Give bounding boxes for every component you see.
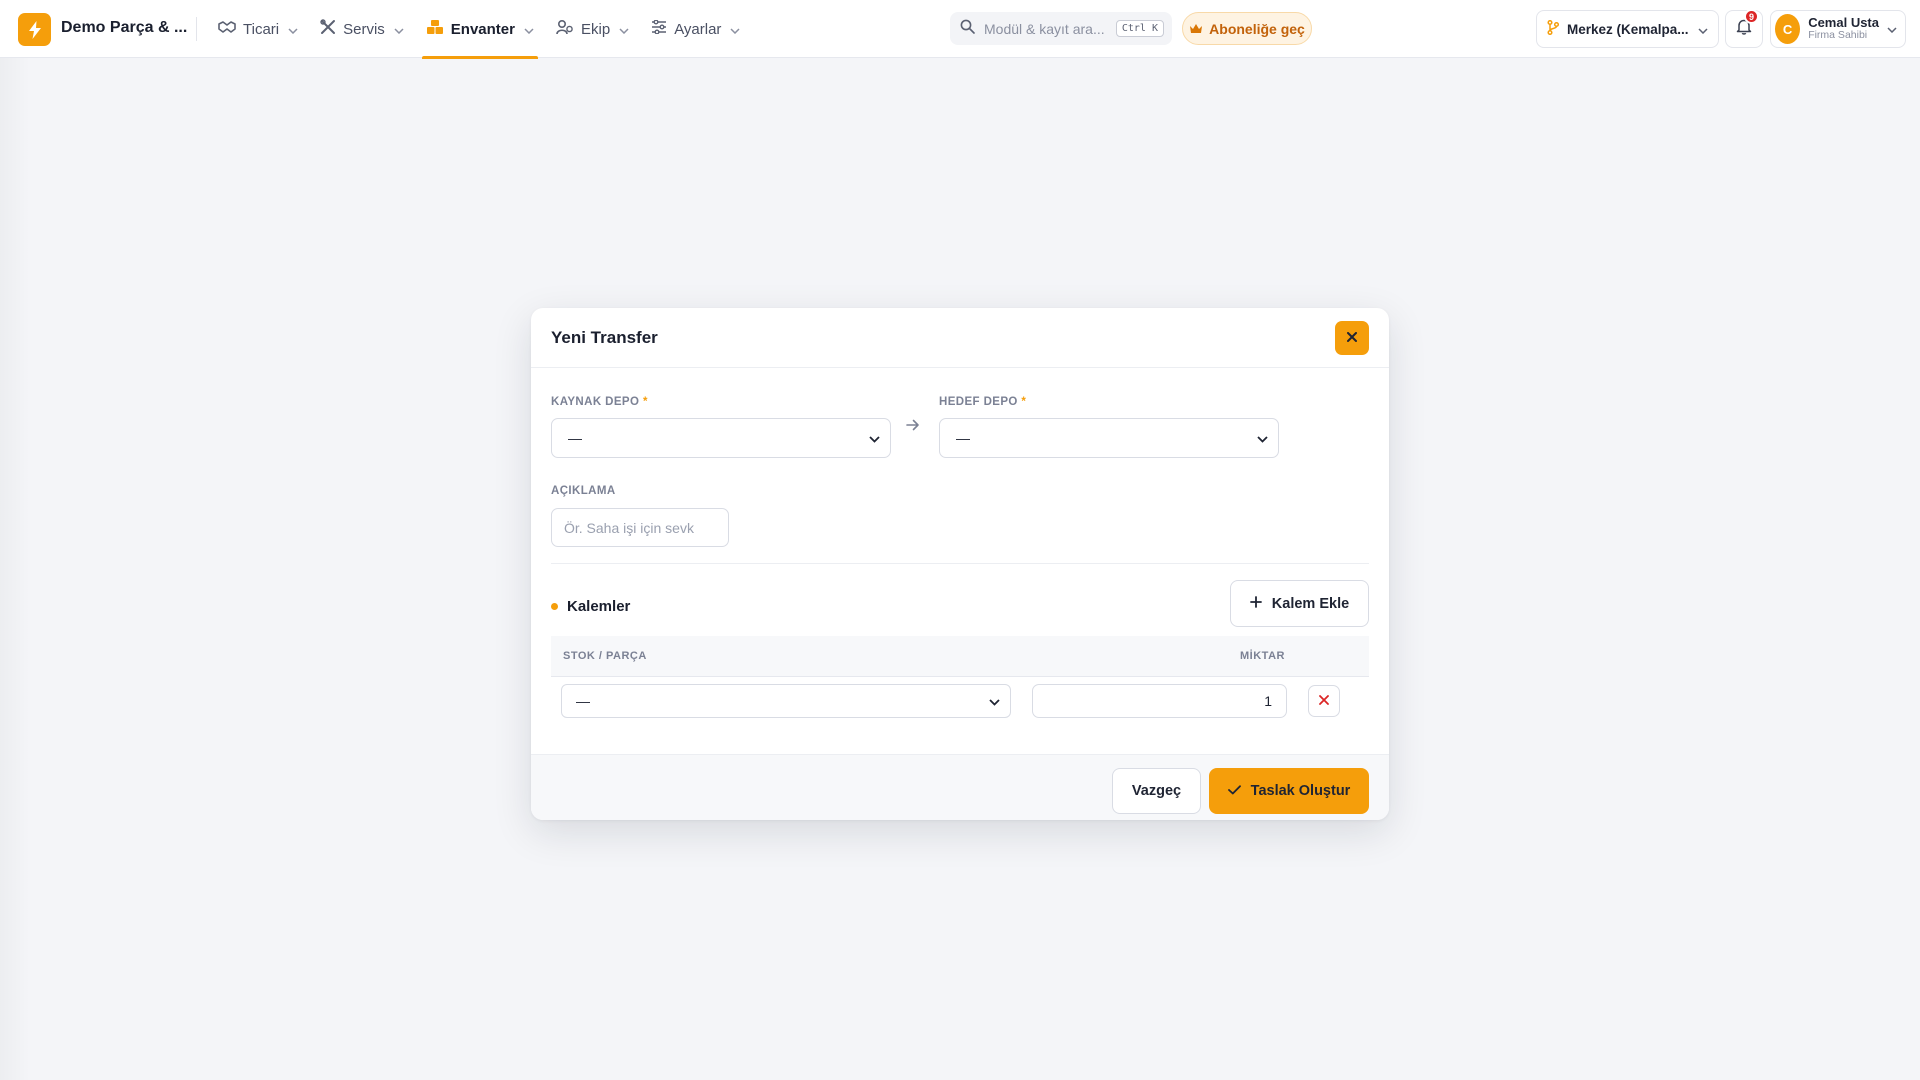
chevron-down-icon [524, 21, 534, 38]
bullet-dot [551, 603, 558, 610]
select-value: — [576, 693, 590, 709]
user-name: Cemal Usta [1808, 15, 1879, 31]
page-left-shadow [0, 58, 30, 1080]
select-value: — [568, 430, 582, 446]
chevron-down-icon [619, 21, 629, 38]
chevron-down-icon [288, 21, 298, 38]
items-section-title: Kalemler [551, 598, 630, 615]
close-icon [1347, 330, 1357, 345]
description-input[interactable] [551, 508, 729, 547]
column-header-stock: STOK / PARÇA [563, 650, 647, 662]
subscribe-label: Aboneliğe geç [1209, 20, 1305, 37]
chevron-down-icon [730, 21, 740, 38]
nav-item-ayarlar[interactable]: Ayarlar [647, 0, 744, 58]
sliders-icon [651, 19, 667, 38]
required-mark: * [642, 396, 648, 408]
plus-icon [1249, 595, 1262, 612]
users-icon [556, 19, 574, 39]
close-icon [1319, 692, 1329, 710]
branch-selector[interactable]: Merkez (Kemalpa... [1536, 10, 1719, 48]
dialog-body: KAYNAK DEPO * — HEDEF DEPO * — AÇIKLAMA … [531, 368, 1389, 754]
create-draft-button[interactable]: Taslak Oluştur [1209, 768, 1369, 814]
git-branch-icon [1547, 19, 1560, 38]
target-warehouse-label: HEDEF DEPO * [939, 396, 1026, 408]
select-value: — [956, 430, 970, 446]
target-warehouse-select[interactable]: — [939, 418, 1279, 458]
source-label-text: KAYNAK DEPO [551, 396, 640, 408]
tools-icon [320, 19, 336, 39]
user-role: Firma Sahibi [1808, 29, 1868, 42]
nav-label: Envanter [450, 20, 515, 38]
nav-label: Ekip [581, 20, 611, 38]
chevron-down-icon [1257, 430, 1268, 446]
bolt-icon[interactable] [18, 13, 51, 46]
handshake-icon [218, 20, 236, 38]
target-label-text: HEDEF DEPO [939, 396, 1018, 408]
branch-label: Merkez (Kemalpa... [1567, 21, 1689, 37]
user-menu[interactable]: C Cemal Usta Firma Sahibi [1770, 10, 1906, 48]
chevron-down-icon [989, 693, 1000, 709]
boxes-icon [426, 19, 444, 39]
new-transfer-dialog: Yeni Transfer KAYNAK DEPO * — HEDEF DEPO… [531, 308, 1389, 820]
cancel-button[interactable]: Vazgeç [1112, 768, 1201, 814]
nav-label: Ayarlar [674, 20, 722, 38]
chevron-down-icon [1887, 20, 1897, 38]
nav-item-ticari[interactable]: Ticari [214, 0, 302, 58]
chevron-down-icon [1698, 22, 1708, 37]
quantity-input[interactable]: 1 [1032, 684, 1287, 718]
source-warehouse-select[interactable]: — [551, 418, 891, 458]
global-search[interactable]: Modül & kayıt ara... Ctrl K [950, 12, 1172, 45]
chevron-down-icon [869, 430, 880, 446]
chevron-down-icon [394, 21, 404, 38]
nav-label: Servis [343, 20, 385, 38]
subscribe-button[interactable]: Aboneliğe geç [1182, 12, 1312, 45]
required-mark: * [1021, 396, 1027, 408]
nav-item-ekip[interactable]: Ekip [552, 0, 633, 58]
items-title-text: Kalemler [567, 598, 631, 615]
dialog-title: Yeni Transfer [551, 327, 658, 347]
stock-part-select[interactable]: — [561, 684, 1011, 718]
dialog-footer: Vazgeç Taslak Oluştur [531, 754, 1389, 820]
create-draft-label: Taslak Oluştur [1250, 783, 1351, 799]
nav-item-envanter[interactable]: Envanter [421, 0, 539, 59]
divider [196, 17, 197, 41]
section-divider [551, 563, 1369, 564]
top-navigation-bar: Demo Parça & ... Ticari Servis Envanter [0, 0, 1920, 59]
nav-item-servis[interactable]: Servis [316, 0, 408, 58]
remove-item-button[interactable] [1308, 685, 1340, 717]
avatar: C [1775, 14, 1801, 44]
column-header-quantity: MİKTAR [1240, 650, 1285, 662]
keyboard-shortcut-hint: Ctrl K [1115, 20, 1164, 37]
search-icon [960, 19, 975, 39]
add-item-button[interactable]: Kalem Ekle [1230, 580, 1369, 627]
description-label: AÇIKLAMA [551, 485, 616, 497]
check-icon [1227, 783, 1241, 799]
close-button[interactable] [1335, 320, 1369, 355]
arrow-right-icon [906, 418, 920, 436]
source-warehouse-label: KAYNAK DEPO * [551, 396, 648, 408]
notifications-button[interactable]: 9 [1725, 9, 1763, 48]
crown-icon [1189, 21, 1203, 37]
company-name[interactable]: Demo Parça & ... [61, 19, 187, 37]
add-item-label: Kalem Ekle [1271, 595, 1350, 612]
search-placeholder: Modül & kayıt ara... [984, 20, 1105, 37]
nav-label: Ticari [243, 20, 280, 38]
dialog-header: Yeni Transfer [531, 308, 1389, 368]
notification-count-badge: 9 [1744, 9, 1759, 24]
items-table-header: STOK / PARÇA MİKTAR [551, 636, 1369, 677]
main-menu: Ticari Servis Envanter Ekip Ayarlar [214, 0, 758, 59]
